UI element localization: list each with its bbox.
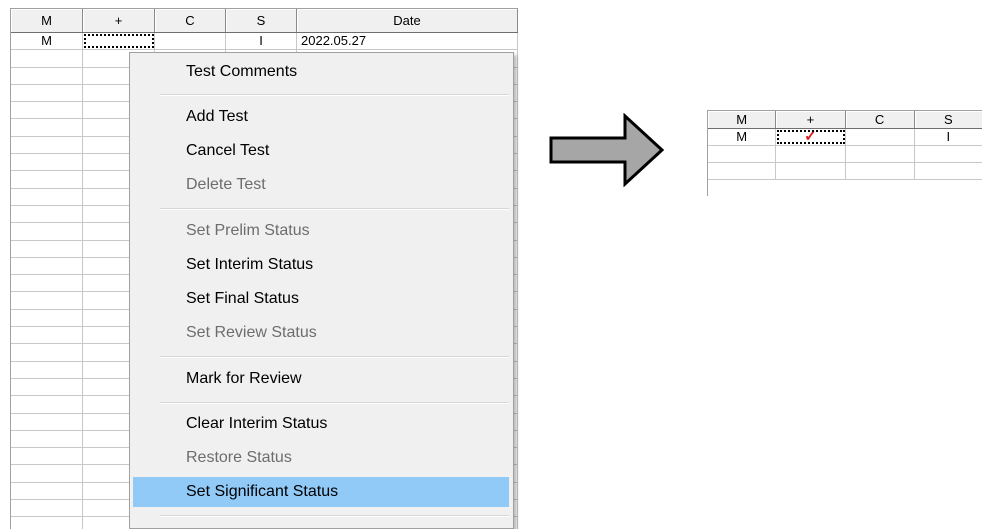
cell-m[interactable]: M [11, 33, 83, 50]
cell-c[interactable] [155, 33, 226, 50]
grid-header: M + C S Date [11, 8, 518, 33]
header-c[interactable]: C [155, 9, 226, 32]
cell-m[interactable] [11, 327, 83, 344]
cell-m[interactable] [11, 309, 83, 327]
cell-m[interactable] [708, 146, 777, 162]
cell-m[interactable] [11, 136, 83, 154]
cell-c[interactable] [846, 146, 915, 162]
menu-item-delete-test[interactable]: Delete Test [133, 170, 509, 200]
cell-m[interactable] [11, 292, 83, 309]
context-menu: Test Comments Add Test Cancel Test Delet… [129, 52, 514, 529]
cell-m[interactable] [11, 67, 83, 84]
header-plus[interactable]: + [776, 111, 846, 128]
cell-m[interactable] [11, 275, 83, 292]
menu-separator [160, 402, 509, 404]
menu-separator [160, 208, 509, 210]
cell-s[interactable] [915, 163, 982, 179]
grid-header: M + C S [708, 110, 982, 129]
cell-m[interactable] [11, 500, 83, 517]
header-m[interactable]: M [11, 9, 83, 32]
cell-m[interactable] [11, 50, 83, 67]
cell-plus[interactable] [776, 146, 846, 162]
right-arrow-icon [549, 113, 665, 187]
cell-m[interactable] [11, 361, 83, 378]
table-row[interactable]: M I 2022.05.27 [11, 33, 518, 51]
cell-m[interactable] [11, 240, 83, 257]
cell-m[interactable] [11, 171, 83, 188]
cell-m[interactable] [11, 188, 83, 205]
table-row[interactable] [708, 163, 982, 180]
header-plus[interactable]: + [83, 9, 155, 32]
cell-m[interactable] [11, 102, 83, 119]
result-grid-preview: M + C S M ✓ I [707, 110, 982, 196]
menu-item-set-interim-status[interactable]: Set Interim Status [133, 250, 509, 280]
menu-item-test-comments[interactable]: Test Comments [133, 57, 509, 87]
menu-item-cancel-test[interactable]: Cancel Test [133, 136, 509, 166]
menu-item-set-significant-status[interactable]: Set Significant Status [133, 477, 509, 507]
cell-c[interactable] [846, 129, 915, 145]
table-row[interactable]: M ✓ I [708, 129, 982, 146]
cell-plus-selected[interactable] [83, 33, 155, 50]
menu-item-mark-for-review[interactable]: Mark for Review [133, 364, 509, 394]
cell-m[interactable] [11, 154, 83, 171]
cell-date[interactable]: 2022.05.27 [297, 33, 518, 50]
cell-plus-selected[interactable]: ✓ [776, 129, 846, 145]
menu-item-set-review-status[interactable]: Set Review Status [133, 318, 509, 348]
menu-separator [160, 356, 509, 358]
menu-item-add-test[interactable]: Add Test [133, 102, 509, 132]
cell-m[interactable] [11, 430, 83, 448]
header-s[interactable]: S [226, 9, 297, 32]
cell-s[interactable]: I [915, 129, 982, 145]
cell-c[interactable] [846, 163, 915, 179]
cell-m[interactable] [11, 378, 83, 396]
cell-m[interactable] [11, 448, 83, 465]
menu-item-set-prelim-status[interactable]: Set Prelim Status [133, 216, 509, 246]
header-m[interactable]: M [708, 111, 777, 128]
checkmark-icon: ✓ [804, 129, 817, 145]
menu-item-restore-status[interactable]: Restore Status [133, 443, 509, 473]
menu-separator [160, 94, 509, 96]
header-s[interactable]: S [915, 111, 982, 128]
menu-item-clear-interim-status[interactable]: Clear Interim Status [133, 409, 509, 439]
cell-m[interactable] [11, 84, 83, 102]
cell-m[interactable] [11, 205, 83, 223]
cell-m[interactable] [11, 344, 83, 361]
cell-m[interactable] [11, 257, 83, 275]
menu-item-set-final-status[interactable]: Set Final Status [133, 284, 509, 314]
header-c[interactable]: C [846, 111, 915, 128]
table-row[interactable] [708, 146, 982, 163]
cell-s[interactable] [915, 146, 982, 162]
cell-m[interactable]: M [708, 129, 777, 145]
cell-m[interactable] [708, 163, 777, 179]
cell-m[interactable] [11, 482, 83, 500]
cell-plus[interactable] [776, 163, 846, 179]
cell-m[interactable] [11, 517, 83, 529]
cell-m[interactable] [11, 465, 83, 482]
cell-m[interactable] [11, 119, 83, 136]
cell-s[interactable]: I [226, 33, 297, 50]
cell-m[interactable] [11, 223, 83, 240]
cell-m[interactable] [11, 413, 83, 430]
menu-separator [160, 515, 509, 517]
header-date[interactable]: Date [297, 9, 518, 32]
cell-m[interactable] [11, 396, 83, 413]
